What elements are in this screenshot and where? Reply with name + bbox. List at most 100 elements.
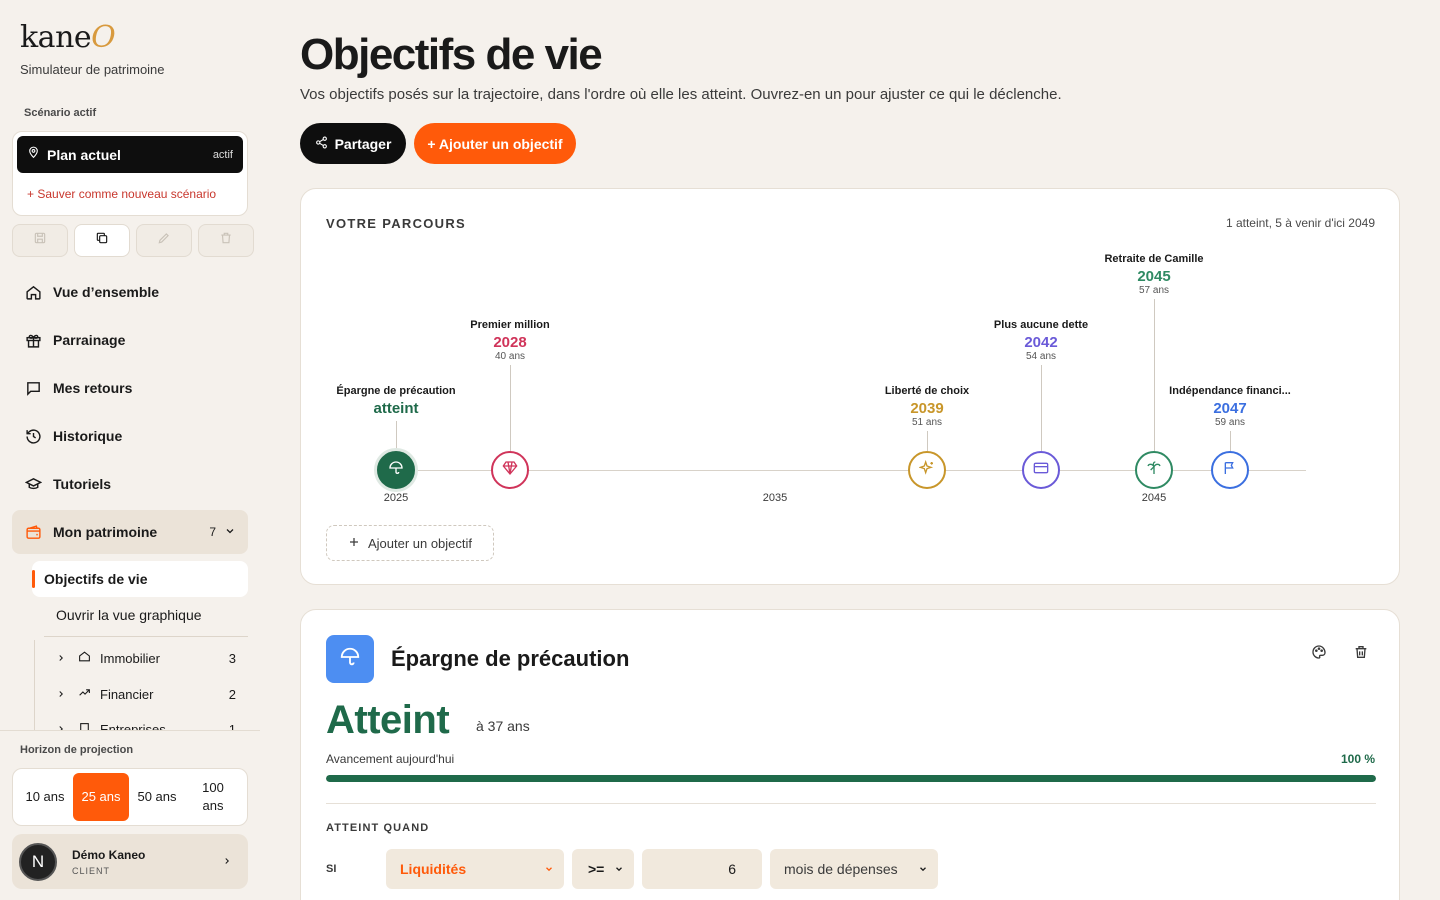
save-new-scenario-link[interactable]: + Sauver comme nouveau scénario (27, 187, 216, 201)
horizon-option-25[interactable]: 25 ans (73, 773, 129, 821)
avatar: N (19, 842, 57, 881)
condition-metric-value: Liquidités (400, 861, 467, 877)
copy-icon (95, 231, 109, 250)
nav-item-overview[interactable]: Vue d’ensemble (12, 270, 248, 314)
duplicate-scenario-button[interactable] (74, 224, 130, 257)
milestone-label: Indépendance financi... (1169, 385, 1291, 397)
timeline-tick: 2045 (1141, 492, 1167, 504)
nav-item-history[interactable]: Historique (12, 414, 248, 458)
flag-icon (1222, 460, 1238, 481)
condition-heading: ATTEINT QUAND (326, 822, 430, 834)
milestone-dot-precautionary-savings[interactable] (377, 451, 415, 489)
save-icon (33, 231, 47, 250)
add-goal-inline-label: Ajouter un objectif (367, 535, 473, 551)
location-pin-icon (27, 145, 40, 164)
nav-item-label: Mes retours (53, 380, 133, 396)
tree-item-label: Immobilier (100, 650, 160, 666)
condition-value-input[interactable]: 6 (642, 849, 762, 889)
share-button[interactable]: Partager (300, 123, 406, 164)
active-scenario[interactable]: Plan actuel actif (17, 136, 243, 173)
user-info: Démo Kaneo CLIENT (57, 848, 145, 876)
milestone-age: 40 ans (494, 351, 526, 362)
milestone-stem (1041, 365, 1042, 451)
delete-scenario-button[interactable] (198, 224, 254, 257)
milestone-year: 2042 (1024, 334, 1058, 351)
add-goal-inline-button[interactable]: Ajouter un objectif (326, 525, 494, 561)
trending-up-icon (78, 686, 92, 702)
page-subtitle: Vos objectifs posés sur la trajectoire, … (300, 86, 1062, 103)
milestone-dot-freedom-of-choice[interactable] (908, 451, 946, 489)
milestone-label: Épargne de précaution (336, 385, 456, 397)
condition-metric-select[interactable]: Liquidités (386, 849, 564, 889)
chevron-right-icon (56, 722, 70, 730)
milestone-stem (510, 365, 511, 451)
building-icon (78, 722, 92, 730)
condition-unit-value: mois de dépenses (784, 861, 898, 877)
add-goal-button[interactable]: + Ajouter un objectif (414, 123, 576, 164)
milestone-year: 2039 (910, 400, 944, 417)
milestone-year: 2045 (1137, 268, 1171, 285)
chevron-right-icon (222, 853, 232, 871)
tree-item-count: 2 (228, 686, 236, 702)
tree-item-label: Entreprises (100, 722, 166, 730)
nav-item-patrimoine[interactable]: Mon patrimoine 7 (12, 510, 248, 554)
horizon-option-50[interactable]: 50 ans (129, 773, 185, 821)
user-role: CLIENT (72, 865, 111, 876)
trash-icon[interactable] (1353, 644, 1369, 665)
chevron-down-icon (614, 861, 624, 877)
tree-item-financial[interactable]: Financier 2 (56, 686, 236, 702)
rename-scenario-button[interactable] (136, 224, 192, 257)
milestone-dot-first-million[interactable] (491, 451, 529, 489)
tree-item-companies[interactable]: Entreprises 1 (56, 722, 236, 730)
horizon-option-100[interactable]: 100 ans (185, 773, 241, 821)
condition-operator-select[interactable]: >= (572, 849, 634, 889)
goal-icon-badge (326, 635, 374, 683)
tree-line (34, 640, 35, 730)
milestone-label: Premier million (470, 319, 550, 331)
milestone-dot-no-debt[interactable] (1022, 451, 1060, 489)
milestone-age: 54 ans (1025, 351, 1057, 362)
nav-item-label: Tutoriels (53, 476, 112, 492)
sub-item-life-goals[interactable]: Objectifs de vie (32, 561, 248, 597)
horizon-selector: 10 ans 25 ans 50 ans 100 ans (12, 768, 248, 826)
sidebar: kaneO Simulateur de patrimoine Scénario … (0, 0, 260, 900)
palette-icon[interactable] (1311, 644, 1327, 665)
milestone-age: 59 ans (1214, 417, 1246, 428)
scenario-tools (12, 224, 254, 257)
horizon-option-10[interactable]: 10 ans (17, 773, 73, 821)
horizon-label: Horizon de projection (20, 744, 134, 756)
timeline-tick: 2035 (762, 492, 788, 504)
user-name: Démo Kaneo (72, 847, 146, 862)
home-icon (24, 283, 42, 301)
message-icon (24, 379, 42, 397)
save-scenario-button[interactable] (12, 224, 68, 257)
user-card[interactable]: N Démo Kaneo CLIENT (12, 834, 248, 889)
milestone-label: Plus aucune dette (993, 319, 1089, 331)
condition-if-label: SI (326, 863, 337, 875)
active-scenario-tag: actif (212, 148, 233, 161)
wallet-icon (24, 523, 42, 541)
nav-item-label: Vue d’ensemble (53, 284, 160, 300)
progress-value: 100 % (1340, 752, 1375, 766)
tree-item-real-estate[interactable]: Immobilier 3 (56, 650, 236, 666)
tree-item-count: 3 (228, 650, 236, 666)
goal-actions (1311, 644, 1369, 665)
goal-reached-age: à 37 ans (476, 718, 530, 734)
page-title: Objectifs de vie (300, 30, 603, 79)
open-graph-view-link[interactable]: Ouvrir la vue graphique (56, 607, 202, 623)
nav-item-referral[interactable]: Parrainage (12, 318, 248, 362)
nav-item-label: Mon patrimoine (53, 524, 158, 540)
nav-item-feedback[interactable]: Mes retours (12, 366, 248, 410)
milestone-year: 2047 (1213, 400, 1247, 417)
scenario-box: Plan actuel actif + Sauver comme nouveau… (12, 131, 248, 216)
progress-bar (326, 775, 1376, 782)
milestone-dot-camille-retirement[interactable] (1135, 451, 1173, 489)
milestone-dot-financial-independence[interactable] (1211, 451, 1249, 489)
palm-tree-icon (1146, 460, 1162, 481)
nav-item-tutorials[interactable]: Tutoriels (12, 462, 248, 506)
milestone-stem (396, 421, 397, 451)
share-button-label: Partager (334, 135, 392, 152)
condition-unit-select[interactable]: mois de dépenses (770, 849, 938, 889)
milestone-age: 51 ans (911, 417, 943, 428)
brand-logo[interactable]: kaneO (20, 20, 116, 55)
